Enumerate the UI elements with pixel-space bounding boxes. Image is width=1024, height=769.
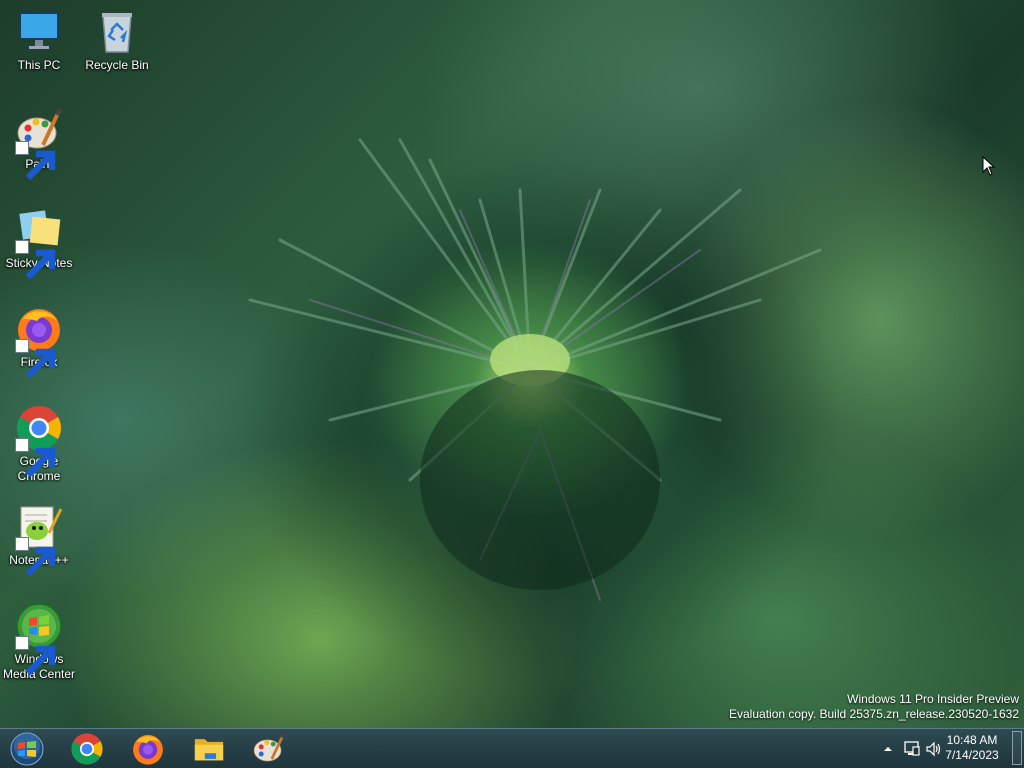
desktop-icon-windows-media-center[interactable]: Windows Media Center	[0, 602, 78, 682]
desktop-icon-label: This PC	[17, 58, 61, 72]
shortcut-arrow-icon	[15, 240, 56, 280]
firefox-icon	[133, 734, 163, 765]
desktop-icon-firefox[interactable]: Firefox	[0, 305, 78, 379]
chevron-up-icon	[884, 747, 892, 751]
taskbar-button-paint[interactable]	[241, 730, 297, 768]
network-icon	[904, 741, 920, 756]
wallpaper-flower	[248, 138, 822, 601]
sticky-notes-icon	[15, 206, 63, 280]
shortcut-arrow-icon	[15, 339, 56, 379]
clock-date: 7/14/2023	[945, 748, 999, 762]
watermark-edition: Windows 11 Pro Insider Preview	[847, 692, 1019, 706]
start-button[interactable]	[0, 730, 54, 768]
desktop-background[interactable]: This PC Recycle Bin Paint Sticky Notes F…	[0, 0, 1024, 728]
desktop-icon-label: Recycle Bin	[85, 58, 149, 72]
taskbar-button-firefox[interactable]	[120, 730, 176, 768]
tray-overflow-button[interactable]	[880, 729, 896, 769]
paint-palette-icon	[253, 732, 286, 762]
taskbar-button-chrome[interactable]	[59, 730, 115, 768]
shortcut-arrow-icon	[15, 537, 56, 577]
windows-start-orb-icon	[10, 732, 44, 766]
folder-icon	[194, 739, 224, 761]
tray-network-button[interactable]	[902, 729, 922, 769]
desktop-icon-notepad-plus-plus[interactable]: Notepad++	[0, 503, 78, 577]
taskbar-clock[interactable]: 10:48 AM 7/14/2023	[940, 733, 1004, 763]
chrome-icon	[71, 733, 103, 765]
taskbar: 10:48 AM 7/14/2023	[0, 728, 1024, 768]
shortcut-arrow-icon	[15, 636, 56, 676]
recycle-bin-icon	[93, 8, 141, 56]
system-tray: 10:48 AM 7/14/2023	[864, 729, 1024, 769]
windows-media-center-icon	[15, 602, 63, 676]
paint-palette-icon	[15, 107, 63, 181]
desktop-icon-paint[interactable]: Paint	[0, 107, 78, 181]
evaluation-watermark: Windows 11 Pro Insider Preview Evaluatio…	[729, 692, 1019, 722]
mouse-pointer-icon	[982, 156, 996, 176]
taskbar-button-file-explorer[interactable]	[181, 730, 237, 768]
notepad-plus-plus-icon	[15, 503, 63, 577]
clock-time: 10:48 AM	[946, 733, 998, 747]
shortcut-arrow-icon	[15, 141, 56, 181]
chrome-icon	[15, 404, 63, 478]
computer-icon	[15, 8, 63, 56]
desktop-icon-google-chrome[interactable]: Google Chrome	[0, 404, 78, 484]
firefox-icon	[15, 305, 63, 379]
desktop-icon-recycle-bin[interactable]: Recycle Bin	[78, 8, 156, 73]
shortcut-arrow-icon	[15, 438, 56, 478]
desktop-icon-this-pc[interactable]: This PC	[0, 8, 78, 73]
desktop-icon-sticky-notes[interactable]: Sticky Notes	[0, 206, 78, 280]
show-desktop-button[interactable]	[1012, 731, 1022, 765]
watermark-build: Evaluation copy. Build 25375.zn_release.…	[729, 707, 1019, 721]
